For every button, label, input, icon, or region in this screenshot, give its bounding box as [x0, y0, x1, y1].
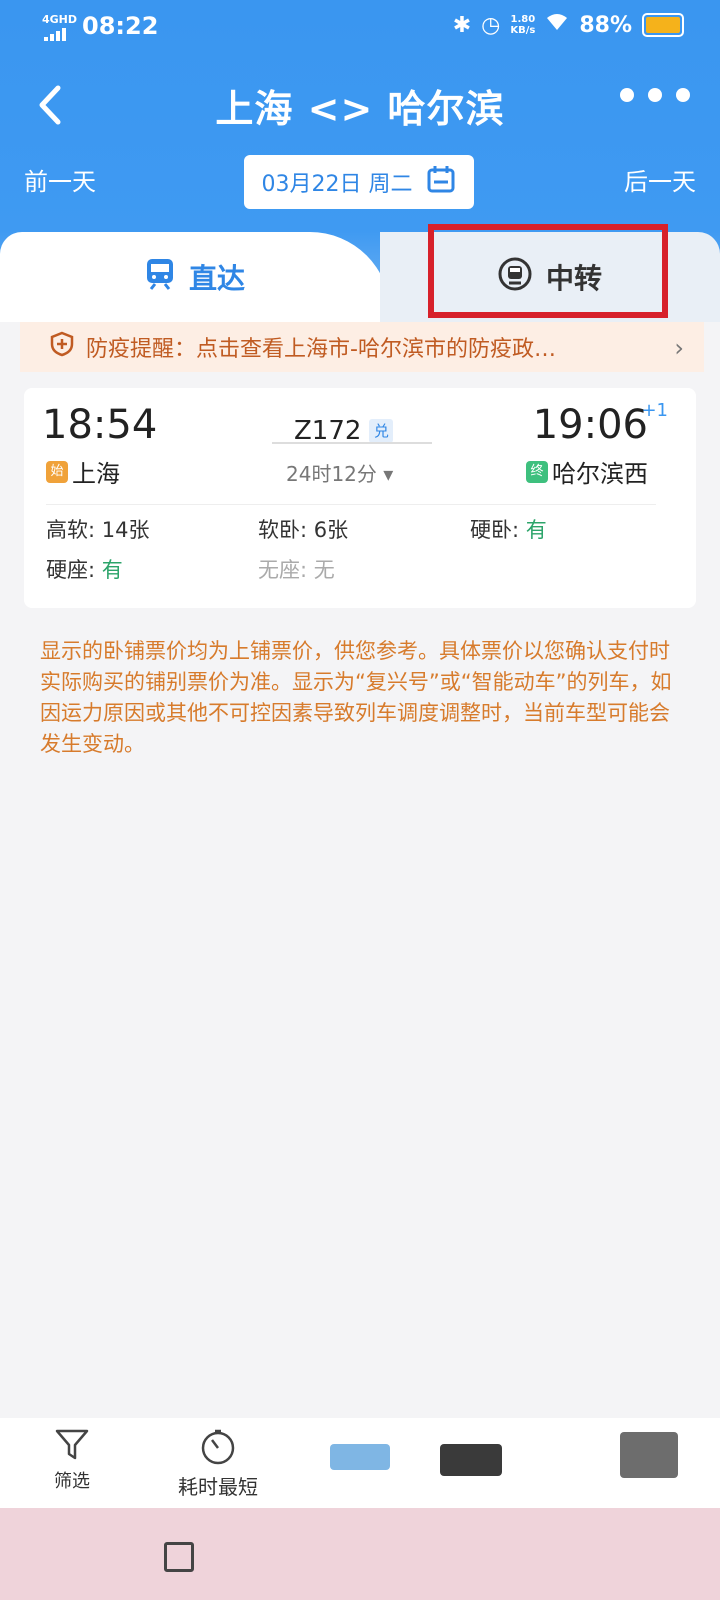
tab-direct-label: 直达: [188, 262, 245, 295]
seat-value: 14张: [101, 518, 150, 542]
sort-fastest-button[interactable]: 耗时最短: [168, 1428, 268, 1500]
duration-toggle[interactable]: 24时12分 ▾: [286, 458, 393, 487]
status-bar: 4GHD 08:22 ✱ ◷ 1.80 KB/s 88%: [0, 0, 720, 56]
seat-value: 有: [101, 558, 123, 582]
exchange-badge: 兑: [369, 419, 394, 443]
filter-button[interactable]: 筛选: [42, 1428, 102, 1493]
battery-percent: 88%: [579, 12, 632, 38]
recent-apps-button[interactable]: [164, 1542, 194, 1572]
highlight-annotation-box: [428, 224, 668, 318]
seat-info-standing: 无座: 无: [258, 554, 335, 584]
route-line: [272, 442, 432, 444]
arrival-station-name: 哈尔滨西: [552, 460, 648, 488]
seat-info-hard-sleeper: 硬卧: 有: [470, 514, 547, 544]
fastest-label: 耗时最短: [178, 1475, 258, 1499]
train-card[interactable]: 18:54 始 上海 Z172 兑 24时12分 ▾ 19:06 +1 终 哈尔…: [24, 388, 696, 608]
divider: [46, 504, 656, 505]
arrival-station: 终 哈尔滨西: [526, 454, 648, 489]
seat-label: 硬卧:: [470, 518, 520, 542]
network-type: 4GHD: [42, 13, 78, 26]
seat-value: 有: [525, 518, 547, 542]
start-badge: 始: [46, 460, 68, 483]
blurred-region: [440, 1444, 502, 1476]
alarm-icon: ◷: [481, 12, 501, 38]
timer-icon: [168, 1428, 268, 1471]
end-badge: 终: [526, 460, 548, 483]
epidemic-notice-banner[interactable]: 防疫提醒：点击查看上海市-哈尔滨市的防疫政… ›: [20, 322, 704, 372]
page-title: 上海 <> 哈尔滨: [215, 87, 505, 131]
system-navigation-bar: [0, 1508, 720, 1600]
signal-icon: [44, 28, 66, 41]
departure-time: 18:54: [42, 402, 158, 448]
back-button[interactable]: [28, 80, 72, 130]
bottom-toolbar: 筛选 耗时最短: [0, 1418, 720, 1508]
blurred-region: [620, 1432, 678, 1478]
seat-info-soft-sleeper: 软卧: 6张: [258, 514, 348, 544]
network-speed: 1.80 KB/s: [510, 14, 536, 36]
status-time: 08:22: [82, 12, 159, 40]
seat-label: 硬座:: [46, 558, 96, 582]
battery-icon: [642, 13, 684, 37]
arrival-time: 19:06: [532, 402, 648, 448]
calendar-icon: [426, 164, 456, 200]
tab-direct[interactable]: 直达: [0, 232, 390, 322]
filter-icon: [42, 1428, 102, 1467]
filter-label: 筛选: [54, 1471, 90, 1492]
notice-text: 防疫提醒：点击查看上海市-哈尔滨市的防疫政…: [86, 337, 556, 362]
seat-label: 软卧:: [258, 518, 308, 542]
seat-label: 无座:: [258, 558, 308, 582]
train-icon: [145, 257, 175, 298]
departure-station-name: 上海: [72, 460, 120, 488]
chevron-right-icon: ›: [674, 334, 684, 362]
next-day-button[interactable]: 后一天: [624, 162, 696, 197]
more-options-button[interactable]: [620, 88, 690, 102]
date-label: 03月22日 周二: [261, 172, 413, 197]
blurred-region: [330, 1444, 390, 1470]
departure-station: 始 上海: [46, 454, 120, 489]
date-selector[interactable]: 03月22日 周二: [244, 155, 474, 209]
bluetooth-icon: ✱: [452, 12, 472, 38]
next-day-indicator: +1: [641, 400, 668, 421]
seat-value: 无: [313, 558, 335, 582]
previous-day-button[interactable]: 前一天: [24, 162, 96, 197]
price-disclaimer: 显示的卧铺票价均为上铺票价，供您参考。具体票价以您确认支付时实际购买的铺别票价为…: [40, 639, 672, 756]
seat-value: 6张: [313, 518, 349, 542]
seat-label: 高软:: [46, 518, 96, 542]
shield-icon: [50, 331, 74, 363]
seat-info-hard-seat: 硬座: 有: [46, 554, 123, 584]
wifi-icon: [545, 12, 569, 38]
seat-info-soft-premium: 高软: 14张: [46, 514, 150, 544]
